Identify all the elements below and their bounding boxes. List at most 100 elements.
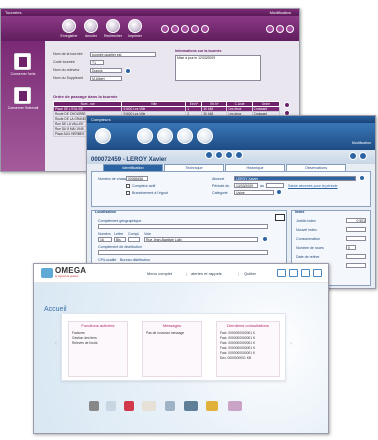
print-button[interactable] xyxy=(128,19,142,33)
list-item[interactable]: Gestion des tiers xyxy=(72,336,97,340)
folder-icon[interactable] xyxy=(277,269,286,277)
tools-icon[interactable] xyxy=(89,401,99,411)
period-to-label: au xyxy=(260,184,264,188)
home-button[interactable] xyxy=(95,128,111,144)
nav-first-icon[interactable] xyxy=(205,151,213,159)
nav-first-icon[interactable] xyxy=(161,25,169,33)
search-button[interactable] xyxy=(157,128,173,144)
nav-next-icon[interactable] xyxy=(181,25,189,33)
sidebar-item-label: Conserver l'avis xyxy=(10,72,36,76)
index-row-field[interactable]: 0 xyxy=(346,245,356,250)
post-office-label: Bureau distributeur xyxy=(120,258,151,262)
document-icon[interactable] xyxy=(301,269,310,277)
pen-icon[interactable] xyxy=(106,401,116,411)
tour-code-field[interactable]: T1 xyxy=(90,60,104,65)
help-icon[interactable] xyxy=(201,25,209,33)
list-item[interactable]: Fact. 0000000000001 K xyxy=(220,351,255,355)
geo-complement-field[interactable] xyxy=(98,224,268,229)
substitute-field[interactable]: M.Albert xyxy=(90,76,122,81)
nav-last-icon[interactable] xyxy=(191,25,199,33)
list-item[interactable]: Dev. 0000000001 KB xyxy=(220,356,251,360)
document-icon[interactable] xyxy=(14,53,31,70)
chassis-field[interactable]: 00065456 xyxy=(126,176,148,181)
tour-name-field[interactable]: tournée quartier est xyxy=(90,52,156,57)
nav-last-icon[interactable] xyxy=(235,151,243,159)
print-button[interactable] xyxy=(197,128,213,144)
search-icon[interactable] xyxy=(125,68,131,74)
record-header: 000072459 - LEROY Xavier xyxy=(87,150,375,164)
save-button[interactable] xyxy=(62,19,76,33)
number-field[interactable]: 16 xyxy=(98,237,112,242)
index-row-field[interactable]: 0 501 xyxy=(346,218,366,223)
letter-field[interactable]: Bis xyxy=(114,237,126,242)
tab-observations[interactable]: Observations xyxy=(286,164,346,171)
column-title: Messages xyxy=(162,323,182,328)
chevron-down-icon[interactable] xyxy=(276,189,282,195)
menu-alerts-link[interactable]: alertes et rappels xyxy=(191,271,222,276)
active-meter-checkbox[interactable] xyxy=(126,184,130,188)
chevron-down-icon[interactable] xyxy=(359,175,365,181)
refresh-icon[interactable] xyxy=(276,25,284,33)
record-title: 000072459 - LEROY Xavier xyxy=(91,157,167,163)
recent-column: Dernières consultations Fact. 0000000000… xyxy=(216,321,280,377)
page-title: Accueil xyxy=(44,306,67,313)
chevron-left-icon[interactable]: ‹ xyxy=(55,341,57,347)
refresh-icon[interactable] xyxy=(349,152,357,160)
edit-button[interactable] xyxy=(177,128,193,144)
nav-next-icon[interactable] xyxy=(225,151,233,159)
list-item[interactable]: Fact. 0000000000001 K xyxy=(220,336,255,340)
index-row-field[interactable] xyxy=(346,254,366,259)
mail-icon[interactable] xyxy=(275,214,285,221)
identification-panel: Numéro de chassis 00065456 Compteur acti… xyxy=(91,171,371,207)
tab-identification[interactable]: Identification xyxy=(103,164,163,171)
coins-icon[interactable] xyxy=(206,401,218,411)
index-row-label: Date de relève xyxy=(296,255,320,259)
building-icon[interactable] xyxy=(165,401,175,411)
exit-icon[interactable] xyxy=(286,25,294,33)
add-row-icon[interactable] xyxy=(284,102,290,108)
subscriber-period-link[interactable]: Saisie abonnés pour la période xyxy=(288,184,338,188)
dist-complement-field[interactable] xyxy=(98,250,268,255)
list-item[interactable]: Relevés de fonds xyxy=(72,341,97,345)
chat-icon[interactable] xyxy=(289,269,298,277)
close-record-icon[interactable] xyxy=(266,25,274,33)
refresh-button[interactable] xyxy=(137,128,153,144)
document-icon[interactable] xyxy=(14,87,31,104)
users-icon[interactable] xyxy=(313,269,322,277)
street-field[interactable]: Rue Jean-Baptiste Lully xyxy=(144,237,258,242)
index-row-field[interactable] xyxy=(346,236,366,241)
period-to-field[interactable] xyxy=(266,183,284,188)
car-icon[interactable] xyxy=(142,401,156,411)
category-select[interactable]: Usine xyxy=(234,190,274,195)
reader-field[interactable]: Dupuis xyxy=(90,68,122,73)
index-row-field[interactable] xyxy=(346,263,366,268)
column-title: Fonctions activées xyxy=(81,323,115,328)
menu-full-link[interactable]: Menu complet xyxy=(147,271,172,276)
nav-prev-icon[interactable] xyxy=(215,151,223,159)
list-item[interactable]: Factures xyxy=(72,331,85,335)
tab-technique[interactable]: Technique xyxy=(164,164,224,171)
close-icon[interactable] xyxy=(359,152,367,160)
subscriber-field[interactable]: LEROY Xavier xyxy=(234,176,356,181)
fire-hydrant-icon[interactable] xyxy=(124,401,134,411)
cancel-button[interactable] xyxy=(84,19,98,33)
street-label: Voie xyxy=(144,232,151,236)
tab-historique[interactable]: Historique xyxy=(225,164,285,171)
chevron-down-icon[interactable] xyxy=(262,236,268,242)
truck-icon[interactable] xyxy=(184,401,198,411)
list-item[interactable]: Fact. 0000000000001 K xyxy=(220,346,255,350)
period-from-field[interactable]: 13/03/2009 xyxy=(234,183,258,188)
nav-prev-icon[interactable] xyxy=(171,25,179,33)
menu-quit-link[interactable]: Quitter xyxy=(244,271,256,276)
sewer-checkbox[interactable] xyxy=(126,191,130,195)
chevron-right-icon[interactable]: › xyxy=(290,341,292,347)
postcode-label: CP/Localité xyxy=(98,258,117,262)
compl-field[interactable] xyxy=(128,237,140,242)
list-item[interactable]: Fact. 0000000000001 K xyxy=(220,341,255,345)
index-row-field[interactable] xyxy=(346,227,366,232)
search-button[interactable] xyxy=(106,19,120,33)
info-textarea[interactable]: Mise à jour le 12/03/2009 xyxy=(175,55,261,81)
documents-icon[interactable] xyxy=(228,401,242,411)
sidebar-item-label: Conserver l'intervall xyxy=(7,106,39,110)
list-item[interactable]: Fact. 0000000000001 K xyxy=(220,331,255,335)
